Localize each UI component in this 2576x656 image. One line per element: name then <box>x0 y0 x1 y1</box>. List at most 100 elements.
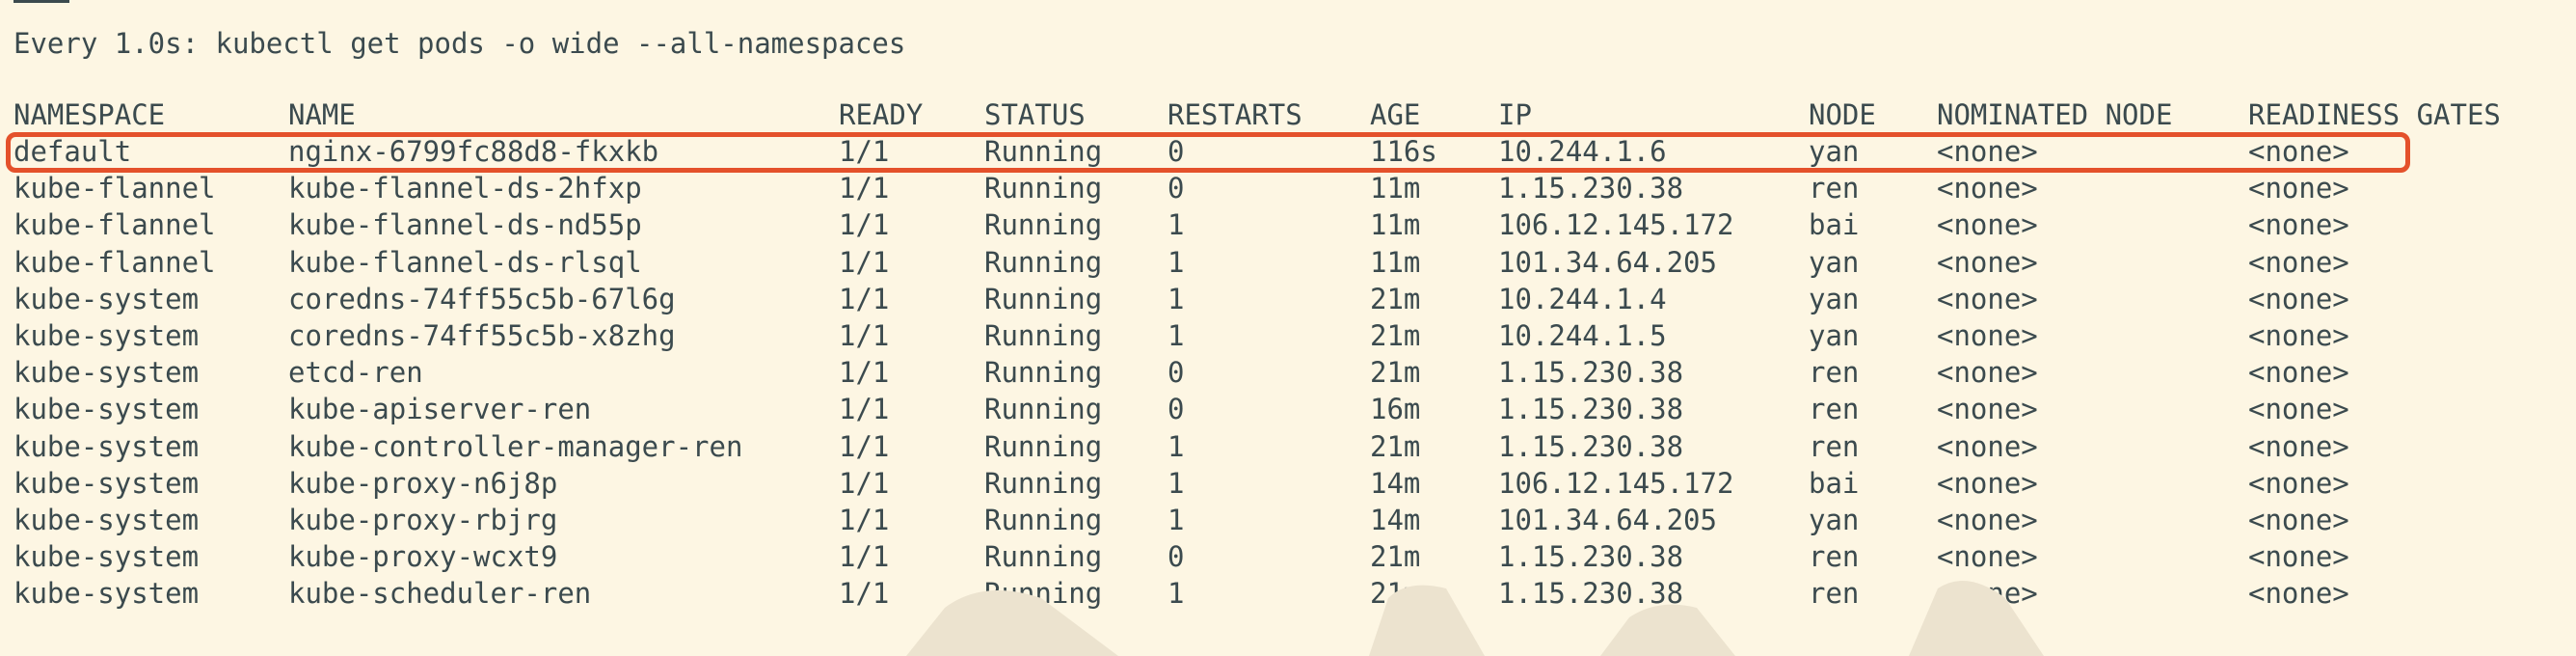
cell-pod-name: kube-flannel-ds-rlsql <box>288 245 642 279</box>
cell-nominated-node: <none> <box>1937 466 2038 500</box>
cell-age: 14m <box>1370 504 1421 536</box>
column-header-restarts: RESTARTS <box>1167 98 1302 131</box>
column-header-status: STATUS <box>984 98 1086 131</box>
cell-nominated-node: <none> <box>1937 356 2038 390</box>
cell-restarts: 1 <box>1167 429 1185 463</box>
table-row: kube-flannel kube-flannel-ds-nd55p 1/1 Runn… <box>0 206 2576 243</box>
cell-pod-name: kube-proxy-n6j8p <box>288 466 558 500</box>
cell-nominated-node: <none> <box>1937 540 2038 574</box>
cell-restarts: 1 <box>1167 504 1185 536</box>
cell-pod-name: kube-scheduler-ren <box>288 577 592 611</box>
cell-age: 16m <box>1370 393 1421 426</box>
cell-readiness-gates: <none> <box>2248 356 2349 390</box>
cell-ready: 1/1 <box>839 208 890 242</box>
cell-namespace: kube-system <box>13 393 200 426</box>
cell-readiness-gates: <none> <box>2248 540 2349 574</box>
table-row: kube-system kube-proxy-wcxt9 1/1 Running 0 21… <box>0 538 2576 575</box>
cell-pod-name: kube-flannel-ds-2hfxp <box>288 172 642 205</box>
cell-age: 21m <box>1370 319 1421 352</box>
cell-status: Running <box>984 208 1103 242</box>
cell-ready: 1/1 <box>839 393 890 426</box>
cell-age: 11m <box>1370 208 1421 242</box>
cell-ready: 1/1 <box>839 504 890 536</box>
table-row: kube-flannel kube-flannel-ds-2hfxp 1/1 Runn… <box>0 170 2576 206</box>
cell-restarts: 1 <box>1167 319 1185 352</box>
table-row: kube-flannel kube-flannel-ds-rlsql 1/1 Runn… <box>0 244 2576 281</box>
cell-readiness-gates: <none> <box>2248 172 2349 205</box>
cell-namespace: kube-system <box>13 540 200 574</box>
cell-ip: 1.15.230.38 <box>1498 356 1684 390</box>
column-header-ip: IP <box>1498 98 1532 131</box>
cell-pod-name: coredns-74ff55c5b-x8zhg <box>288 319 676 352</box>
cell-readiness-gates: <none> <box>2248 429 2349 463</box>
cell-status: Running <box>984 393 1103 426</box>
cell-ready: 1/1 <box>839 245 890 279</box>
cell-restarts: 0 <box>1167 540 1185 574</box>
column-header-node: NODE <box>1809 98 1876 131</box>
cell-age: 21m <box>1370 356 1421 390</box>
cell-namespace: kube-system <box>13 429 200 463</box>
cell-restarts: 1 <box>1167 245 1185 279</box>
watermark-graphic <box>906 581 2044 656</box>
cell-status: Running <box>984 504 1103 536</box>
table-header-row: NAMESPACE NAME READY STATUS RESTARTS AGE… <box>0 96 2576 133</box>
cell-status: Running <box>984 466 1103 500</box>
cell-namespace: kube-system <box>13 282 200 315</box>
cell-ip: 1.15.230.38 <box>1498 172 1684 205</box>
cell-nominated-node: <none> <box>1937 245 2038 279</box>
cell-node: yan <box>1809 504 1860 536</box>
terminal-window: Every 1.0s: kubectl get pods -o wide --a… <box>0 0 2576 656</box>
cell-node: ren <box>1809 540 1860 574</box>
cell-status: Running <box>984 245 1103 279</box>
cell-restarts: 1 <box>1167 282 1185 315</box>
column-header-age: AGE <box>1370 98 1421 131</box>
cell-ip: 1.15.230.38 <box>1498 393 1684 426</box>
cell-node: bai <box>1809 208 1860 242</box>
cell-ready: 1/1 <box>839 172 890 205</box>
cell-ip: 10.244.1.4 <box>1498 282 1667 315</box>
cell-nominated-node: <none> <box>1937 208 2038 242</box>
cell-restarts: 0 <box>1167 393 1185 426</box>
cell-namespace: kube-system <box>13 319 200 352</box>
cell-pod-name: kube-proxy-wcxt9 <box>288 540 558 574</box>
cell-restarts: 0 <box>1167 172 1185 205</box>
table-row: kube-system etcd-ren 1/1 Running 0 21m 1.15.23… <box>0 354 2576 391</box>
cell-readiness-gates: <none> <box>2248 208 2349 242</box>
cell-node: ren <box>1809 429 1860 463</box>
cell-age: 14m <box>1370 466 1421 500</box>
cell-ready: 1/1 <box>839 356 890 390</box>
cell-readiness-gates: <none> <box>2248 393 2349 426</box>
cell-ip: 101.34.64.205 <box>1498 504 1717 536</box>
cell-age: 11m <box>1370 245 1421 279</box>
cell-node: bai <box>1809 466 1860 500</box>
cell-ip: 1.15.230.38 <box>1498 540 1684 574</box>
cell-pod-name: kube-flannel-ds-nd55p <box>288 208 642 242</box>
cell-pod-name: kube-proxy-rbjrg <box>288 504 558 536</box>
cell-status: Running <box>984 429 1103 463</box>
cell-pod-name: kube-controller-manager-ren <box>288 429 743 463</box>
cell-status: Running <box>984 540 1103 574</box>
cell-namespace: kube-system <box>13 577 200 611</box>
cell-age: 21m <box>1370 540 1421 574</box>
cell-namespace: kube-system <box>13 356 200 390</box>
column-header-name: NAME <box>288 98 356 131</box>
cell-pod-name: coredns-74ff55c5b-67l6g <box>288 282 676 315</box>
cell-nominated-node: <none> <box>1937 429 2038 463</box>
column-header-nominated-node: NOMINATED NODE <box>1937 98 2173 131</box>
cell-nominated-node: <none> <box>1937 504 2038 536</box>
cell-ready: 1/1 <box>839 466 890 500</box>
cell-ready: 1/1 <box>839 319 890 352</box>
cell-age: 21m <box>1370 282 1421 315</box>
cell-namespace: kube-system <box>13 466 200 500</box>
cell-readiness-gates: <none> <box>2248 319 2349 352</box>
cell-status: Running <box>984 172 1103 205</box>
cell-nominated-node: <none> <box>1937 319 2038 352</box>
cell-restarts: 1 <box>1167 466 1185 500</box>
cell-node: ren <box>1809 393 1860 426</box>
cell-ip: 1.15.230.38 <box>1498 429 1684 463</box>
table-row: kube-system kube-proxy-n6j8p 1/1 Running 1 14… <box>0 465 2576 502</box>
cell-status: Running <box>984 319 1103 352</box>
cell-ready: 1/1 <box>839 282 890 315</box>
cell-restarts: 1 <box>1167 208 1185 242</box>
cell-readiness-gates: <none> <box>2248 504 2349 536</box>
